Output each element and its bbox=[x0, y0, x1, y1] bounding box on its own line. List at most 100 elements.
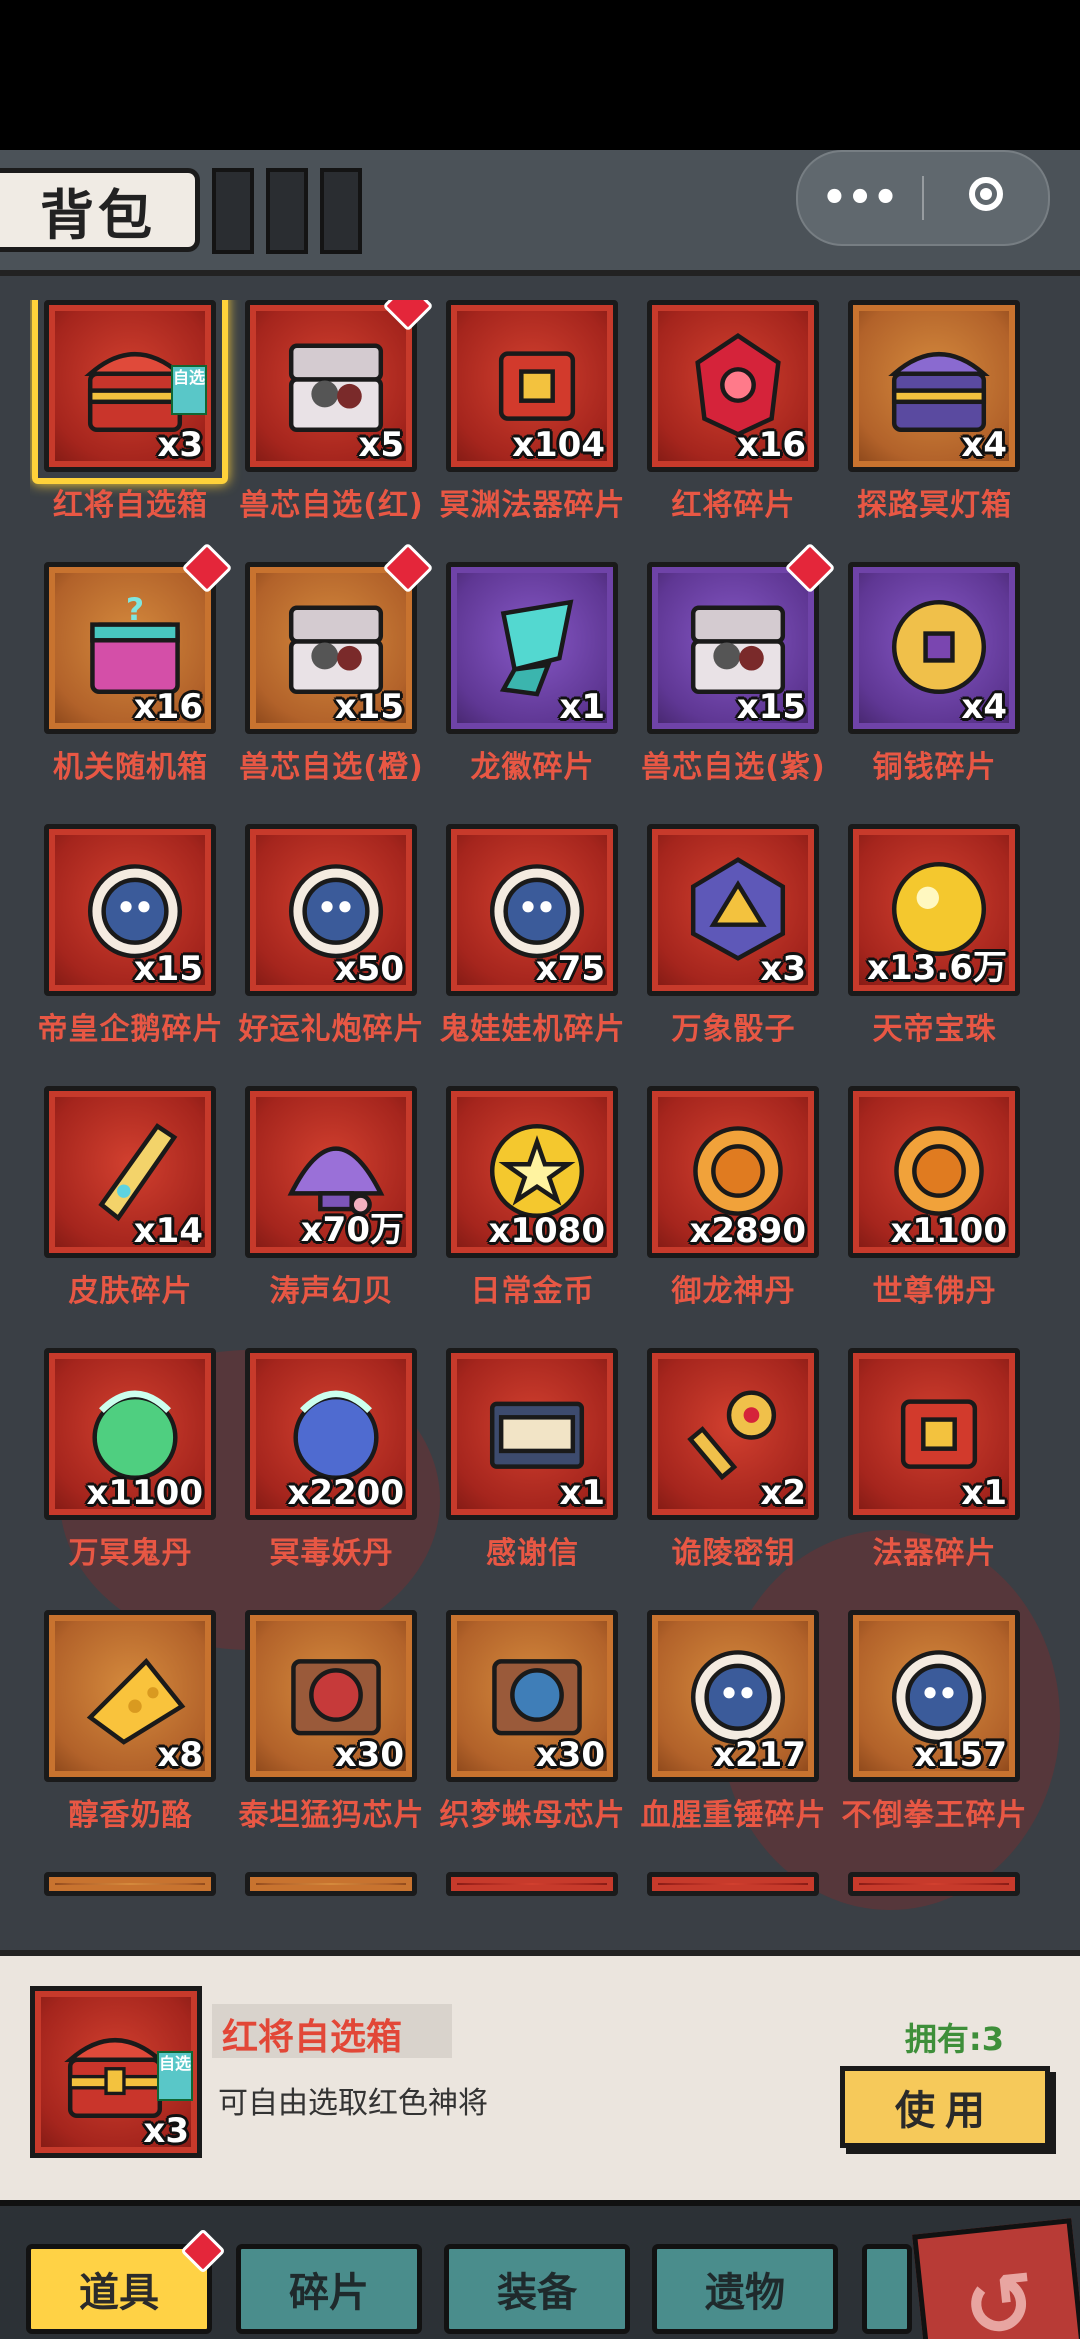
item-tile[interactable]: ? x16 bbox=[44, 562, 216, 734]
item-count: x16 bbox=[133, 687, 203, 727]
item-tile[interactable]: x2 bbox=[647, 1348, 819, 1520]
detail-count: x3 bbox=[143, 2111, 189, 2151]
item-cell[interactable]: x50 好运礼炮碎片 bbox=[231, 824, 432, 1086]
page-title: 背包 bbox=[0, 168, 200, 252]
item-tile-partial[interactable] bbox=[446, 1872, 618, 1896]
item-count: x50 bbox=[334, 949, 404, 989]
item-tile-partial[interactable] bbox=[44, 1872, 216, 1896]
item-cell[interactable]: x5 兽芯自选(红) bbox=[231, 300, 434, 562]
item-cell[interactable]: x30 泰坦猛犸芯片 bbox=[231, 1610, 432, 1872]
item-tile[interactable]: x104 bbox=[446, 300, 618, 472]
backpack-screen: 背包 ••• 自选 x3 红将自选箱 x5 兽芯自选(红) x104 冥渊法器碎片 x16 红将… bbox=[0, 150, 1080, 2339]
item-tile[interactable]: x217 bbox=[647, 1610, 819, 1782]
auto-select-tag: 自选 bbox=[157, 2051, 193, 2101]
header-bar: 背包 ••• bbox=[0, 150, 1080, 276]
item-cell[interactable]: x3 万象骰子 bbox=[633, 824, 834, 1086]
item-count: x1100 bbox=[86, 1473, 203, 1513]
item-cell[interactable]: x8 醇香奶酪 bbox=[30, 1610, 231, 1872]
item-tile[interactable]: x30 bbox=[446, 1610, 618, 1782]
item-tile[interactable]: x4 bbox=[848, 562, 1020, 734]
item-cell[interactable]: x15 帝皇企鹅碎片 bbox=[30, 824, 231, 1086]
item-count: x8 bbox=[157, 1735, 203, 1775]
close-mini-program-button[interactable] bbox=[924, 175, 1048, 221]
item-tile[interactable]: x1100 bbox=[44, 1348, 216, 1520]
item-tile[interactable]: x1100 bbox=[848, 1086, 1020, 1258]
item-cell[interactable]: x13.6万 天帝宝珠 bbox=[834, 824, 1035, 1086]
item-name: 铜钱碎片 bbox=[872, 750, 997, 785]
item-cell[interactable]: x157 不倒拳王碎片 bbox=[834, 1610, 1035, 1872]
item-tile[interactable]: x2890 bbox=[647, 1086, 819, 1258]
item-tile[interactable]: x2200 bbox=[245, 1348, 417, 1520]
item-tile[interactable]: x3 bbox=[647, 824, 819, 996]
item-cell[interactable]: x1080 日常金币 bbox=[432, 1086, 633, 1348]
item-count: x15 bbox=[736, 687, 806, 727]
item-cell[interactable]: x104 冥渊法器碎片 bbox=[432, 300, 633, 562]
item-cell[interactable]: x75 鬼娃娃机碎片 bbox=[432, 824, 633, 1086]
item-cell[interactable]: x2200 冥毒妖丹 bbox=[231, 1348, 432, 1610]
item-tile[interactable]: x75 bbox=[446, 824, 618, 996]
selection-frame bbox=[32, 300, 228, 484]
item-cell[interactable]: x70万 涛声幻贝 bbox=[231, 1086, 432, 1348]
tab-more-partial[interactable] bbox=[862, 2244, 912, 2334]
item-tile-partial[interactable] bbox=[647, 1872, 819, 1896]
item-count: x14 bbox=[133, 1211, 203, 1251]
item-cell[interactable]: x2 诡陵密钥 bbox=[633, 1348, 834, 1610]
target-icon bbox=[969, 177, 1003, 211]
item-tile[interactable]: x15 bbox=[245, 562, 417, 734]
item-tile[interactable]: x5 bbox=[245, 300, 417, 472]
item-cell[interactable]: x30 织梦蛛母芯片 bbox=[432, 1610, 633, 1872]
item-tile[interactable]: x16 bbox=[647, 300, 819, 472]
item-tile-partial[interactable] bbox=[848, 1872, 1020, 1896]
tab-relics[interactable]: 遗物 bbox=[652, 2244, 838, 2334]
item-tile[interactable]: x1 bbox=[446, 1348, 618, 1520]
mini-program-capsule: ••• bbox=[796, 150, 1050, 246]
item-tile[interactable]: x1 bbox=[446, 562, 618, 734]
item-cell[interactable]: x217 血腥重锤碎片 bbox=[633, 1610, 834, 1872]
tab-fragments[interactable]: 碎片 bbox=[236, 2244, 422, 2334]
item-cell[interactable]: x1 法器碎片 bbox=[834, 1348, 1035, 1610]
item-tile[interactable]: x4 bbox=[848, 300, 1020, 472]
item-cell[interactable]: ? x16 机关随机箱 bbox=[30, 542, 233, 824]
item-tile[interactable]: x50 bbox=[245, 824, 417, 996]
item-count: x217 bbox=[713, 1735, 806, 1775]
item-tile[interactable]: x13.6万 bbox=[848, 824, 1020, 996]
item-cell[interactable]: x14 皮肤碎片 bbox=[30, 1086, 231, 1348]
item-name: 探路冥灯箱 bbox=[857, 488, 1012, 523]
item-tile[interactable]: x157 bbox=[848, 1610, 1020, 1782]
item-tile-partial[interactable] bbox=[245, 1872, 417, 1896]
tab-items[interactable]: 道具 bbox=[26, 2228, 226, 2334]
item-cell[interactable]: x1 感谢信 bbox=[432, 1348, 633, 1610]
item-count: x4 bbox=[961, 425, 1007, 465]
back-button[interactable]: ↺ bbox=[912, 2218, 1080, 2339]
item-tile[interactable]: x70万 bbox=[245, 1086, 417, 1258]
tab-equipment[interactable]: 装备 bbox=[444, 2244, 630, 2334]
item-count: x30 bbox=[535, 1735, 605, 1775]
item-cell[interactable]: x4 铜钱碎片 bbox=[834, 562, 1035, 824]
item-tile[interactable]: x8 bbox=[44, 1610, 216, 1782]
item-count: x1 bbox=[559, 687, 605, 727]
item-tile[interactable]: x15 bbox=[647, 562, 819, 734]
item-cell[interactable]: 自选 x3 红将自选箱 bbox=[30, 300, 231, 562]
item-cell[interactable]: x1100 万冥鬼丹 bbox=[30, 1348, 231, 1610]
item-cell[interactable]: x15 兽芯自选(橙) bbox=[231, 542, 434, 824]
use-button[interactable]: 使用 bbox=[840, 2066, 1050, 2148]
tab-label: 遗物 bbox=[705, 2270, 785, 2316]
item-tile[interactable]: x1 bbox=[848, 1348, 1020, 1520]
item-cell[interactable]: x1100 世尊佛丹 bbox=[834, 1086, 1035, 1348]
detail-item-name: 红将自选箱 bbox=[222, 2017, 403, 2058]
category-tabs: ↺ 道具 碎片 装备 遗物 bbox=[0, 2200, 1080, 2339]
item-cell[interactable]: x15 兽芯自选(紫) bbox=[633, 542, 836, 824]
owned-count: 拥有:3 bbox=[904, 2020, 1004, 2058]
item-cell[interactable]: x4 探路冥灯箱 bbox=[834, 300, 1035, 562]
item-cell[interactable]: x2890 御龙神丹 bbox=[633, 1086, 834, 1348]
more-button[interactable]: ••• bbox=[798, 175, 922, 221]
item-tile[interactable]: x14 bbox=[44, 1086, 216, 1258]
item-tile[interactable]: x15 bbox=[44, 824, 216, 996]
item-grid[interactable]: 自选 x3 红将自选箱 x5 兽芯自选(红) x104 冥渊法器碎片 x16 红将碎片 x4 探路冥… bbox=[30, 300, 1050, 2040]
item-count: x2 bbox=[760, 1473, 806, 1513]
item-cell[interactable]: x1 龙徽碎片 bbox=[432, 562, 633, 824]
item-count: x15 bbox=[133, 949, 203, 989]
item-tile[interactable]: x1080 bbox=[446, 1086, 618, 1258]
item-cell[interactable]: x16 红将碎片 bbox=[633, 300, 834, 562]
item-tile[interactable]: x30 bbox=[245, 1610, 417, 1782]
